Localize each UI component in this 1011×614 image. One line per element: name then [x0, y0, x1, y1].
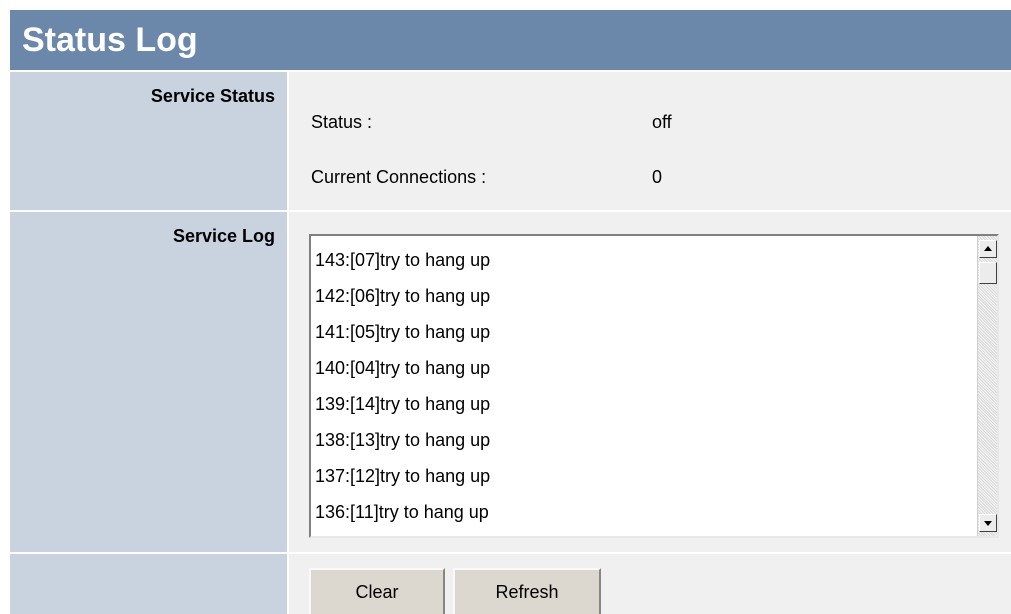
log-scrollbar[interactable]	[977, 236, 997, 536]
refresh-button[interactable]: Refresh	[453, 568, 601, 614]
arrow-down-icon	[984, 521, 992, 526]
status-log-panel: Status Log Service Status Status : off C…	[10, 10, 1011, 614]
log-line[interactable]: 136:[11]try to hang up	[315, 494, 973, 530]
log-line[interactable]: 142:[06]try to hang up	[315, 278, 973, 314]
log-line[interactable]: 140:[04]try to hang up	[315, 350, 973, 386]
current-connections-label: Current Connections :	[311, 167, 487, 187]
log-line[interactable]: 141:[05]try to hang up	[315, 314, 973, 350]
clear-button[interactable]: Clear	[309, 568, 445, 614]
service-status-heading: Service Status	[150, 86, 275, 106]
actions-label-cell	[10, 554, 287, 614]
title-bar: Status Log	[10, 10, 1011, 70]
log-line[interactable]: 137:[12]try to hang up	[315, 458, 973, 494]
log-line[interactable]: 143:[07]try to hang up	[315, 242, 973, 278]
current-connections-value: 0	[652, 167, 663, 187]
service-status-label-cell: Service Status	[10, 72, 287, 210]
scroll-up-button[interactable]	[979, 240, 997, 258]
service-log-content: 143:[07]try to hang up 142:[06]try to ha…	[289, 212, 1011, 552]
service-log-listbox[interactable]: 143:[07]try to hang up 142:[06]try to ha…	[309, 234, 999, 538]
scroll-down-button[interactable]	[979, 514, 997, 532]
status-value: off	[652, 112, 672, 132]
service-status-content: Status : off Current Connections : 0	[289, 72, 1011, 210]
log-line[interactable]: 138:[13]try to hang up	[315, 422, 973, 458]
service-log-label-cell: Service Log	[10, 212, 287, 552]
log-lines: 143:[07]try to hang up 142:[06]try to ha…	[315, 242, 973, 536]
log-line[interactable]: 139:[14]try to hang up	[315, 386, 973, 422]
scrollbar-thumb[interactable]	[979, 262, 997, 284]
actions-content: Clear Refresh	[289, 554, 1011, 614]
status-label: Status :	[311, 112, 373, 132]
arrow-up-icon	[984, 246, 992, 251]
service-log-heading: Service Log	[172, 226, 275, 246]
page-title: Status Log	[22, 21, 198, 59]
